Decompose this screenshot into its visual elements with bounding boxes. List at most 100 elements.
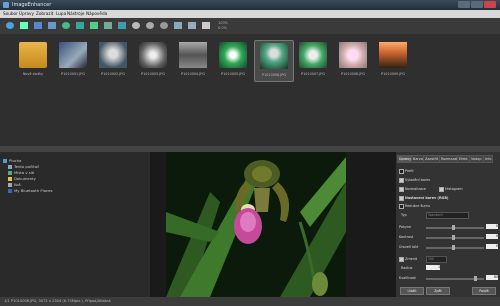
- tree-item-desktop[interactable]: Plocha: [9, 158, 22, 163]
- thumbnail-image: [99, 42, 127, 68]
- auto-colors-checkbox[interactable]: [399, 178, 404, 183]
- thumbnail-item[interactable]: P1010002.JPG: [94, 40, 132, 80]
- undo-button[interactable]: Zpět: [426, 287, 450, 295]
- fullscreen-icon[interactable]: [186, 20, 198, 31]
- tree-item-documents[interactable]: Dokumenty: [14, 176, 36, 181]
- thumbnail-image: [139, 42, 167, 68]
- tree-item-network[interactable]: Místa v síti: [14, 170, 34, 175]
- thumbnail-caption: P1010008.JPG: [341, 72, 365, 76]
- tree-item-trash[interactable]: Koš: [14, 182, 21, 187]
- denoise-label: Zmenit: [405, 257, 418, 261]
- vividness-checkbox[interactable]: [399, 204, 404, 209]
- thumbnail-item[interactable]: P1010004.JPG: [174, 40, 212, 80]
- brightness-slider[interactable]: [426, 227, 484, 229]
- tree-item-computer[interactable]: Tento počítač: [14, 164, 39, 169]
- tree-item-bluetooth[interactable]: My Bluetooth Places: [14, 188, 52, 193]
- folder-icon: [19, 42, 47, 68]
- thumbnail-image: [299, 42, 327, 68]
- radius-value[interactable]: 1: [426, 265, 440, 270]
- gamma-label: Úroveň bílé: [399, 245, 419, 249]
- histogram-checkbox[interactable]: [439, 187, 444, 192]
- radius-label: Radius: [401, 266, 413, 270]
- normalize-checkbox[interactable]: [399, 187, 404, 192]
- thumbnail-item[interactable]: P1010005.JPG: [214, 40, 252, 80]
- adjustment-panel: Úpravy Barva Zaostřit Rozmazat Efekt Vod…: [396, 152, 500, 297]
- contrast-value[interactable]: 0: [486, 234, 498, 239]
- flip-icon[interactable]: [102, 20, 114, 31]
- refresh-icon[interactable]: [60, 20, 72, 31]
- thumbnail-item[interactable]: P1010008.JPG: [334, 40, 372, 80]
- folder-tree: Plocha Tento počítač Místa v síti Dokume…: [0, 152, 148, 297]
- thumbnail-caption: P1010003.JPG: [141, 72, 165, 76]
- denoise-select[interactable]: 200: [426, 256, 447, 263]
- menu-zobrazit[interactable]: Zobrazit: [36, 11, 53, 16]
- menu-upravy[interactable]: Úpravy: [19, 11, 34, 16]
- quality-label: Kvalitnost: [399, 276, 416, 280]
- trash-icon: [8, 183, 12, 187]
- menu-bar: Soubor Úpravy Zobrazit Lupa Nástroje Náp…: [0, 10, 500, 18]
- toolbar: 100% 0.0%: [0, 18, 500, 35]
- thumbnail-caption: P1010002.JPG: [101, 72, 125, 76]
- thumbnail-item[interactable]: P1010001.JPG: [54, 40, 92, 80]
- documents-icon: [8, 177, 12, 181]
- minimize-button[interactable]: [458, 1, 470, 8]
- screen-icon[interactable]: [172, 20, 184, 31]
- tab-efekt[interactable]: Efekt: [457, 155, 470, 163]
- thumbnail-image: [339, 42, 367, 68]
- adjust-colors-checkbox[interactable]: [399, 196, 404, 201]
- image-viewer[interactable]: [150, 152, 396, 297]
- home-icon[interactable]: [18, 20, 30, 31]
- tab-zaostrit[interactable]: Zaostřit: [423, 155, 441, 163]
- menu-soubor[interactable]: Soubor: [3, 11, 18, 16]
- zoom-in-icon[interactable]: [130, 20, 142, 31]
- save-changes-button[interactable]: Uložit: [400, 287, 424, 295]
- quality-value[interactable]: 85: [486, 275, 498, 280]
- zoom-out-icon[interactable]: [144, 20, 156, 31]
- info-icon[interactable]: [200, 20, 212, 31]
- contrast-knob[interactable]: [452, 235, 455, 240]
- tab-info[interactable]: Info: [483, 155, 494, 163]
- network-icon: [8, 171, 12, 175]
- type-select[interactable]: Standard: [426, 212, 469, 219]
- folder-open-button[interactable]: [32, 20, 44, 31]
- type-label: Typ: [401, 213, 407, 217]
- brightness-label: Pokyne: [399, 225, 412, 229]
- auto-colors-label: Vyladění barev: [405, 178, 431, 182]
- thumbnail-caption: Nové složky: [22, 72, 44, 76]
- back-button[interactable]: [4, 20, 16, 31]
- thumbnail-item[interactable]: P1010009.JPG: [374, 40, 412, 80]
- gamma-slider[interactable]: [426, 247, 484, 249]
- thumbnail-caption: P1010007.JPG: [301, 72, 325, 76]
- zoom-fit-icon[interactable]: [158, 20, 170, 31]
- rotate-right-icon[interactable]: [88, 20, 100, 31]
- denoise-checkbox[interactable]: [399, 257, 404, 262]
- thumbnail-item-selected[interactable]: P1010006.JPG: [254, 40, 294, 82]
- brightness-knob[interactable]: [452, 225, 455, 230]
- menu-nastroje[interactable]: Nástroje: [67, 11, 84, 16]
- menu-lupa[interactable]: Lupa: [56, 11, 66, 16]
- maximize-button[interactable]: [471, 1, 483, 8]
- thumbnail-item[interactable]: P1010007.JPG: [294, 40, 332, 80]
- menu-napoveda[interactable]: Nápověda: [86, 11, 107, 16]
- quality-knob[interactable]: [474, 276, 477, 281]
- profile-label: Profil: [405, 169, 414, 173]
- zoom-sub: 0.0%: [218, 26, 227, 30]
- slideshow-icon[interactable]: [116, 20, 128, 31]
- save-button[interactable]: [46, 20, 58, 31]
- app-icon: [3, 2, 9, 8]
- apply-button[interactable]: Použít: [472, 287, 496, 295]
- thumbnail-item[interactable]: Nové složky: [14, 40, 52, 80]
- brightness-value[interactable]: 0: [486, 224, 498, 229]
- gamma-knob[interactable]: [452, 245, 455, 250]
- status-bar: 1/1 P1010006.JPG, 3072 x 2304 (6.75Mpix.…: [0, 297, 500, 306]
- thumbnail-image: [219, 42, 247, 68]
- close-button[interactable]: [484, 1, 496, 8]
- gamma-value[interactable]: 0: [486, 244, 498, 249]
- thumbnail-browser: Nové složky P1010001.JPG P1010002.JPG P1…: [0, 34, 500, 146]
- thumbnail-item[interactable]: P1010003.JPG: [134, 40, 172, 80]
- profile-checkbox[interactable]: [399, 169, 404, 174]
- tab-vodop[interactable]: Vodop: [469, 155, 484, 163]
- contrast-slider[interactable]: [426, 237, 484, 239]
- status-text: 1/1 P1010006.JPG, 3072 x 2304 (6.75Mpix.…: [4, 299, 111, 303]
- rotate-left-icon[interactable]: [74, 20, 86, 31]
